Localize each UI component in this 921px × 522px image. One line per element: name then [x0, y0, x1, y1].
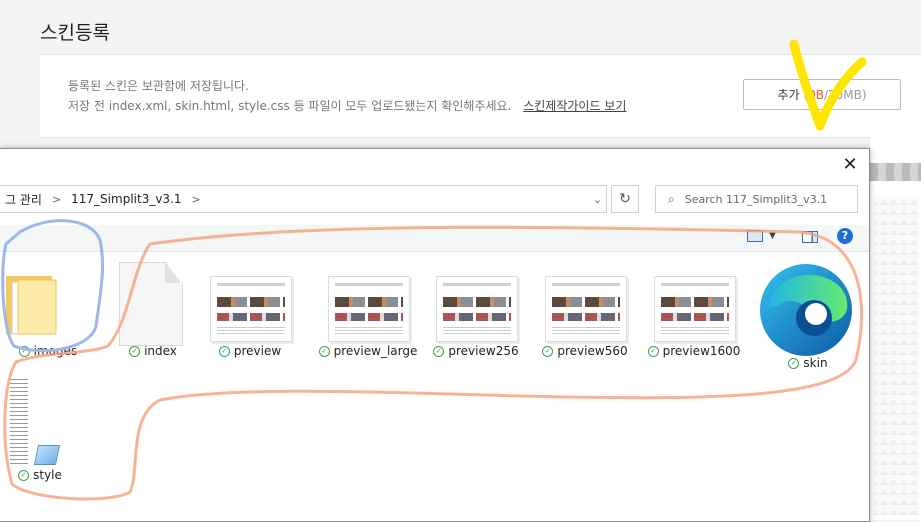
add-skin-button[interactable]: 추가 ( 0B / 20MB ): [743, 79, 901, 110]
image-preview: [210, 276, 292, 342]
image-thumbnail: [642, 262, 746, 342]
dropdown-chevron-icon[interactable]: ⌄: [589, 193, 606, 206]
help-button[interactable]: ?: [837, 228, 853, 244]
chevron-right-icon[interactable]: >: [188, 193, 205, 206]
sync-check-icon: ✓: [433, 345, 445, 357]
file-name: skin: [803, 356, 828, 370]
file-name: preview1600: [662, 344, 741, 358]
file-name: index: [144, 344, 177, 358]
sync-check-icon: ✓: [647, 345, 659, 357]
file-item-preview1600[interactable]: ✓ preview1600: [642, 262, 746, 358]
refresh-button[interactable]: ↻: [611, 185, 639, 213]
breadcrumb-item[interactable]: 그 관리: [0, 191, 48, 208]
document-icon: [101, 262, 205, 346]
page-title: 스킨등록: [40, 22, 110, 44]
file-name: preview560: [557, 344, 628, 358]
file-name: preview256: [448, 344, 519, 358]
image-thumbnail: [533, 262, 637, 342]
image-preview: [436, 276, 518, 342]
sync-check-icon: ✓: [18, 345, 30, 357]
info-text-files: 저장 전 index.xml, skin.html, style.css 등 파…: [68, 97, 626, 114]
file-item-preview560[interactable]: ✓ preview560: [533, 262, 637, 358]
chevron-down-icon: ▼: [769, 231, 776, 241]
file-item-style[interactable]: ✓ style: [0, 379, 92, 482]
file-item-skin[interactable]: ✓ skin: [756, 256, 860, 370]
sync-check-icon: ✓: [129, 345, 141, 357]
folder-icon: [0, 262, 100, 340]
info-text: 등록된 스킨은 보관함에 저장됩니다.: [68, 79, 249, 93]
close-icon[interactable]: ✕: [838, 153, 862, 177]
search-icon: ⌕: [668, 191, 675, 206]
background-progress-bar: [870, 163, 921, 181]
paren-close: ): [861, 87, 867, 102]
dialog-toolbar: ▼ ?: [0, 225, 869, 252]
sync-check-icon: ✓: [218, 345, 230, 357]
skin-guide-link[interactable]: 스킨제작가이드 보기: [523, 99, 626, 113]
edge-icon: [756, 256, 860, 358]
view-options-button[interactable]: ▼: [747, 230, 776, 242]
search-input[interactable]: ⌕ Search 117_Simplit3_v3.1: [655, 185, 858, 213]
file-item-preview256[interactable]: ✓ preview256: [424, 262, 528, 358]
css-file-icon: [0, 379, 92, 474]
sync-check-icon: ✓: [542, 345, 554, 357]
file-name: preview_large: [333, 344, 418, 358]
image-preview: [328, 276, 410, 342]
info-box: 등록된 스킨은 보관함에 저장됩니다. 저장 전 index.xml, skin…: [40, 54, 921, 138]
file-item-index[interactable]: ✓ index: [101, 262, 205, 358]
breadcrumb-item-current[interactable]: 117_Simplit3_v3.1: [65, 192, 187, 206]
file-item-preview-large[interactable]: ✓ preview_large: [316, 262, 420, 358]
view-icon: [747, 230, 763, 242]
file-item-images[interactable]: ✓ images: [0, 262, 100, 358]
preview-pane-button[interactable]: [802, 231, 818, 243]
image-thumbnail: [424, 262, 528, 342]
image-preview: [545, 276, 627, 342]
address-bar[interactable]: 그 관리 > 117_Simplit3_v3.1 > ⌄: [0, 185, 607, 213]
file-item-preview[interactable]: ✓ preview: [198, 262, 302, 358]
add-button-label: 추가: [777, 88, 800, 102]
file-open-dialog: ✕ 그 관리 > 117_Simplit3_v3.1 > ⌄ ↻ ⌕ Searc…: [0, 148, 870, 522]
sync-check-icon: ✓: [788, 357, 800, 369]
search-placeholder: Search 117_Simplit3_v3.1: [684, 192, 828, 206]
notepad-icon: [33, 445, 61, 465]
image-thumbnail: [316, 262, 420, 342]
sync-check-icon: ✓: [318, 345, 330, 357]
image-preview: [654, 276, 736, 342]
used-size: 0B: [808, 87, 824, 102]
edge-browser-icon: [760, 264, 852, 356]
info-text-body: 저장 전 index.xml, skin.html, style.css 등 파…: [68, 99, 512, 113]
file-name: images: [33, 344, 78, 358]
file-name: preview: [233, 344, 282, 358]
image-thumbnail: [198, 262, 302, 342]
background-preview: [874, 195, 919, 515]
chevron-right-icon[interactable]: >: [48, 193, 65, 206]
size-limit: 20MB: [827, 87, 862, 102]
